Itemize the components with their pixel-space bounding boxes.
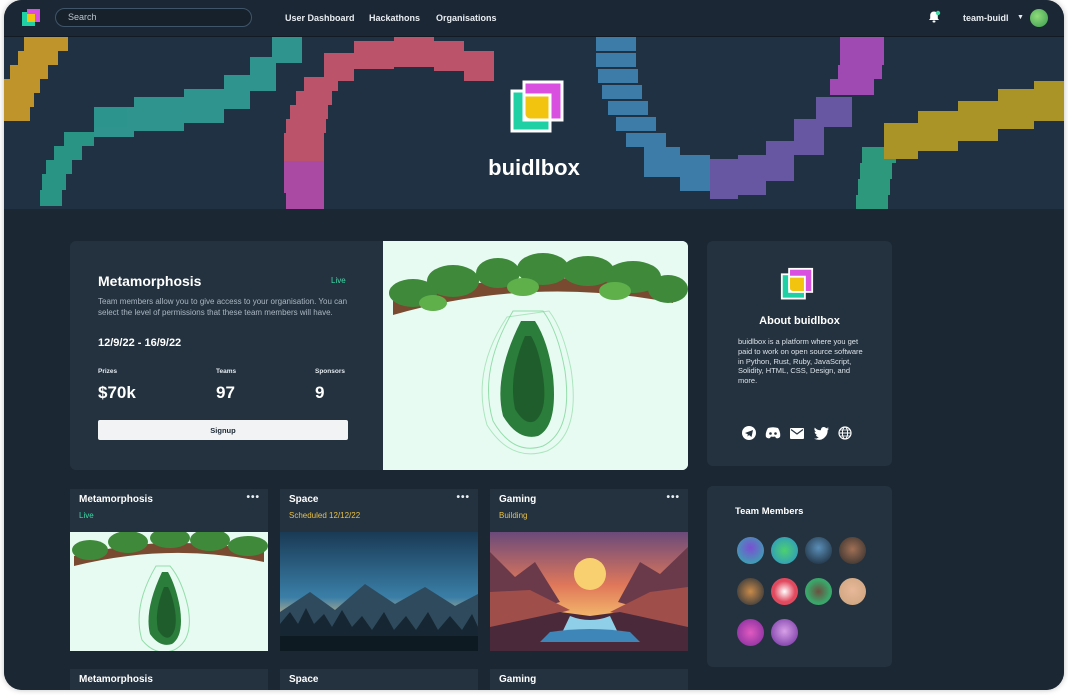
stat-value-teams: 97 <box>216 383 235 402</box>
avatar[interactable] <box>737 537 764 564</box>
username-label[interactable]: team-buidl <box>963 13 1009 23</box>
hackathon-card[interactable]: Metamorphosis Live ••• <box>70 489 268 651</box>
nav-hackathons[interactable]: Hackathons <box>369 13 420 23</box>
card-title: Metamorphosis <box>79 494 153 505</box>
chevron-down-icon[interactable]: ▼ <box>1017 14 1024 21</box>
app-window: Search User Dashboard Hackathons Organis… <box>4 0 1064 690</box>
status-badge: Live <box>331 276 346 285</box>
hackathon-title: Metamorphosis <box>98 273 202 289</box>
stat-label-sponsors: Sponsors <box>315 368 345 375</box>
avatar[interactable] <box>839 578 866 605</box>
stat-value-prizes: $70k <box>98 383 136 402</box>
hackathon-card[interactable]: Space <box>280 669 478 690</box>
avatar[interactable] <box>771 578 798 605</box>
stat-label-teams: Teams <box>216 368 237 375</box>
card-status: Scheduled 12/12/22 <box>289 511 361 520</box>
more-options-icon[interactable]: ••• <box>456 492 470 503</box>
hackathon-card[interactable]: Space Scheduled 12/12/22 ••• <box>280 489 478 651</box>
card-status: Live <box>79 511 94 520</box>
avatar[interactable] <box>771 537 798 564</box>
featured-hackathon-card[interactable]: Metamorphosis Live Team members allow yo… <box>70 241 688 470</box>
more-options-icon[interactable]: ••• <box>666 492 680 503</box>
card-title: Space <box>289 494 319 505</box>
buidlbox-logo-icon <box>510 80 564 133</box>
avatar[interactable] <box>805 537 832 564</box>
hackathon-dates: 12/9/22 - 16/9/22 <box>98 337 182 349</box>
hero-banner: buidlbox <box>4 37 1064 209</box>
avatar[interactable] <box>805 578 832 605</box>
stat-value-sponsors: 9 <box>315 383 325 402</box>
telegram-icon[interactable] <box>741 425 757 441</box>
card-title: Metamorphosis <box>79 674 153 685</box>
card-image <box>280 532 478 651</box>
hackathon-card[interactable]: Metamorphosis <box>70 669 268 690</box>
card-title: Gaming <box>499 674 537 685</box>
team-members-panel: Team Members <box>707 486 892 667</box>
top-navbar: Search User Dashboard Hackathons Organis… <box>4 0 1064 37</box>
about-description: buidlbox is a platform where you get pai… <box>738 337 863 386</box>
hackathon-card[interactable]: Gaming <box>490 669 688 690</box>
card-status: Building <box>499 511 528 520</box>
avatar[interactable] <box>737 619 764 646</box>
card-image <box>70 532 268 651</box>
globe-icon[interactable] <box>837 425 853 441</box>
card-title: Space <box>289 674 319 685</box>
hackathon-card[interactable]: Gaming Building ••• <box>490 489 688 651</box>
team-members-title: Team Members <box>735 506 804 517</box>
avatar[interactable] <box>771 619 798 646</box>
card-image <box>490 532 688 651</box>
social-links <box>741 425 853 441</box>
card-title: Gaming <box>499 494 537 505</box>
search-input[interactable]: Search <box>55 8 252 27</box>
about-title: About buidlbox <box>759 315 840 327</box>
more-options-icon[interactable]: ••• <box>246 492 260 503</box>
avatar[interactable] <box>737 578 764 605</box>
about-panel: About buidlbox buidlbox is a platform wh… <box>707 241 892 466</box>
buidlbox-logo-icon <box>780 267 814 300</box>
discord-icon[interactable] <box>765 425 781 441</box>
buidlbox-logo-icon[interactable] <box>21 8 41 28</box>
hackathon-description: Team members allow you to give access to… <box>98 297 348 317</box>
user-avatar[interactable] <box>1030 9 1048 27</box>
main-content: Metamorphosis Live Team members allow yo… <box>4 209 1064 690</box>
nav-user-dashboard[interactable]: User Dashboard <box>285 13 355 23</box>
banner-title: buidlbox <box>488 155 580 180</box>
nav-organisations[interactable]: Organisations <box>436 13 497 23</box>
avatar[interactable] <box>839 537 866 564</box>
twitter-icon[interactable] <box>813 425 829 441</box>
signup-button[interactable]: Signup <box>98 420 348 440</box>
mail-icon[interactable] <box>789 425 805 441</box>
hackathon-cover-image <box>383 241 688 470</box>
notification-bell-icon[interactable] <box>927 10 941 24</box>
stat-label-prizes: Prizes <box>98 368 118 375</box>
